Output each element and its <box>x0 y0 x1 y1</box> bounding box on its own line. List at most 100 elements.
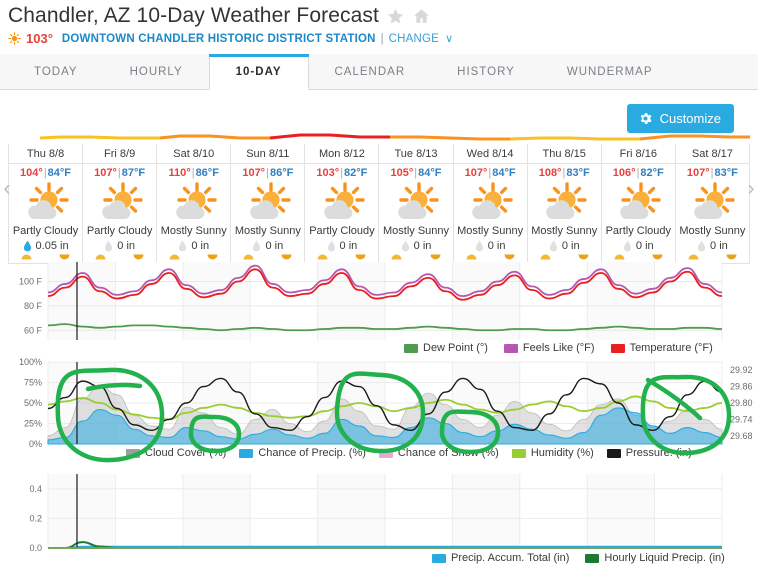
tab-label: TODAY <box>34 65 78 78</box>
day-low: 82°F <box>344 167 368 179</box>
water-drop-icon <box>253 240 261 252</box>
day-label: Thu 8/8 <box>9 146 83 164</box>
water-drop-icon <box>23 240 31 252</box>
temperature-chart-svg: 100 F 80 F 60 F <box>19 262 723 340</box>
gear-icon <box>638 111 653 126</box>
tab-label: HISTORY <box>457 65 515 78</box>
svg-text:29.74: 29.74 <box>730 414 753 424</box>
legend-swatch <box>511 448 526 458</box>
day-temperatures: 107°|83°F <box>676 164 749 180</box>
forecast-day-cell[interactable]: Fri 8/9 107°|87°F Partly Cloudy 0 in <box>83 144 158 263</box>
forecast-day-cell[interactable]: Mon 8/12 103°|82°F Partly Cloudy 0 in <box>305 144 380 263</box>
precip-amount: 0 in <box>265 240 284 252</box>
day-low: 84°F <box>418 167 442 179</box>
day-low: 83°F <box>566 167 590 179</box>
legend-pressure[interactable]: Pressure. (in) <box>606 447 692 459</box>
customize-container: Customize <box>626 104 734 133</box>
change-station-link[interactable]: CHANGE <box>389 33 439 45</box>
forecast-day-cell[interactable]: Sat 8/10 110°|86°F Mostly Sunny 0 in <box>157 144 232 263</box>
day-low: 84°F <box>47 167 72 179</box>
day-high: 107° <box>686 167 710 179</box>
station-name[interactable]: DOWNTOWN CHANDLER HISTORIC DISTRICT STAT… <box>62 33 376 45</box>
legend-label: Cloud Cover (%) <box>145 447 227 459</box>
water-drop-icon <box>327 240 335 252</box>
legend-label: Humidity (%) <box>530 447 594 459</box>
forecast-day-cell[interactable]: Thu 8/15 108°|83°F Mostly Sunny 0 in <box>527 144 602 263</box>
sun-cloud-icon <box>83 180 156 224</box>
chevron-down-icon[interactable]: ∨ <box>445 32 453 45</box>
day-temperatures: 107°|86°F <box>231 164 304 180</box>
day-precipitation: 0 in <box>379 240 452 252</box>
star-icon[interactable] <box>386 7 405 26</box>
forecast-days-row: ‹ › Thu 8/8 104°|84°F Partly Cloudy 0.05… <box>4 144 755 264</box>
day-condition: Mostly Sunny <box>679 225 746 237</box>
tab-hourly[interactable]: HOURLY <box>104 54 209 89</box>
legend-humidity[interactable]: Humidity (%) <box>511 447 594 459</box>
day-low: 82°F <box>640 167 664 179</box>
legend-cloud-cover[interactable]: Cloud Cover (%) <box>126 447 226 459</box>
day-precipitation: 0 in <box>454 240 527 252</box>
tab-calendar[interactable]: CALENDAR <box>309 54 432 89</box>
precipitation-chart-legend: Precip. Accum. Total (in) Hourly Liquid … <box>432 552 725 564</box>
sun-cloud-icon <box>528 180 601 224</box>
temperature-sparkline <box>39 133 750 141</box>
day-low: 86°F <box>195 167 219 179</box>
forecast-strip: ‹ › Thu 8/8 104°|84°F Partly Cloudy 0.05… <box>0 132 758 264</box>
tab-label: WUNDERMAP <box>566 65 653 78</box>
tab-bar: TODAY HOURLY 10-DAY CALENDAR HISTORY WUN… <box>0 54 758 90</box>
home-icon[interactable] <box>412 7 431 26</box>
tab-label: CALENDAR <box>334 65 406 78</box>
legend-chance-snow[interactable]: Chance of Snow (%) <box>378 447 499 459</box>
current-temperature: 103° <box>26 31 53 46</box>
day-precipitation: 0 in <box>602 240 675 252</box>
svg-text:100 F: 100 F <box>19 277 43 287</box>
day-temperatures: 104°|84°F <box>9 164 82 180</box>
precip-amount: 0 in <box>413 240 432 252</box>
precip-amount: 0 in <box>117 240 136 252</box>
day-temperatures: 108°|83°F <box>528 164 601 180</box>
legend-label: Chance of Snow (%) <box>397 447 499 459</box>
tab-label: 10-DAY <box>235 65 282 78</box>
sun-cloud-icon <box>602 180 675 224</box>
svg-text:29.80: 29.80 <box>730 398 753 408</box>
svg-text:100%: 100% <box>19 357 42 367</box>
forecast-day-cell[interactable]: Wed 8/14 107°|84°F Mostly Sunny 0 in <box>453 144 528 263</box>
precip-amount: 0 in <box>635 240 654 252</box>
tab-label: HOURLY <box>129 65 183 78</box>
svg-text:0.0: 0.0 <box>29 543 42 553</box>
tab-wundermap[interactable]: WUNDERMAP <box>541 54 679 89</box>
day-precipitation: 0 in <box>157 240 230 252</box>
legend-precip-accum[interactable]: Precip. Accum. Total (in) <box>432 552 569 564</box>
day-condition: Partly Cloudy <box>309 225 375 237</box>
forecast-day-cell[interactable]: Thu 8/8 104°|84°F Partly Cloudy 0.05 in <box>9 144 84 263</box>
day-label: Sun 8/11 <box>231 146 305 164</box>
customize-button[interactable]: Customize <box>626 104 734 133</box>
precip-amount: 0 in <box>710 240 728 252</box>
forecast-day-cell[interactable]: Sun 8/11 107°|86°F Mostly Sunny 0 in <box>231 144 306 263</box>
forecast-day-cell[interactable]: Fri 8/16 106°|82°F Partly Cloudy 0 in <box>601 144 676 263</box>
water-drop-icon <box>475 240 483 252</box>
temperature-chart[interactable]: 100 F 80 F 60 F <box>0 258 758 350</box>
day-high: 103° <box>316 167 340 179</box>
day-condition: Mostly Sunny <box>383 225 450 237</box>
day-temperatures: 107°|84°F <box>454 164 527 180</box>
day-condition: Partly Cloudy <box>86 225 153 237</box>
day-temperatures: 105°|84°F <box>379 164 452 180</box>
tab-history[interactable]: HISTORY <box>431 54 541 89</box>
forecast-day-cell[interactable]: Sat 8/17 107°|83°F Mostly Sunny 0 in <box>675 144 749 263</box>
tab-10-day[interactable]: 10-DAY <box>208 54 309 90</box>
svg-text:29.68: 29.68 <box>730 431 753 441</box>
svg-text:25%: 25% <box>24 419 42 429</box>
day-precipitation: 0 in <box>83 240 156 252</box>
svg-text:75%: 75% <box>24 378 42 388</box>
precip-amount: 0 in <box>191 240 210 252</box>
legend-hourly-liquid[interactable]: Hourly Liquid Precip. (in) <box>585 552 725 564</box>
temp-separator: | <box>43 167 47 179</box>
sun-cloud-icon <box>305 180 378 224</box>
day-low: 84°F <box>492 167 516 179</box>
forecast-day-cell[interactable]: Tue 8/13 105°|84°F Mostly Sunny 0 in <box>379 144 454 263</box>
legend-chance-precip[interactable]: Chance of Precip. (%) <box>239 447 366 459</box>
tab-today[interactable]: TODAY <box>8 54 104 89</box>
day-high: 104° <box>20 167 43 179</box>
day-condition: Mostly Sunny <box>234 225 301 237</box>
